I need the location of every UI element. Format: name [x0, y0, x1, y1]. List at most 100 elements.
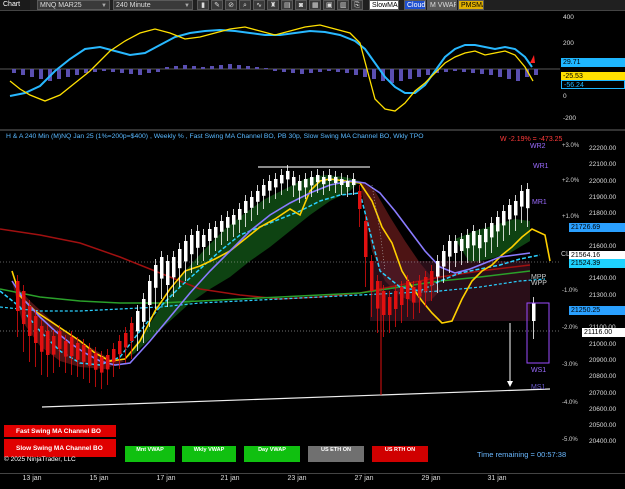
stop-icon[interactable]: ⊘: [225, 0, 237, 10]
candle-body: [400, 287, 404, 305]
candle-body: [166, 261, 170, 285]
candle-body: [148, 281, 152, 305]
histogram-bar: [534, 69, 538, 75]
histogram-bar: [165, 67, 169, 69]
weekly-performance: W -2.19% = -473.25: [500, 136, 563, 143]
histogram-bar: [444, 69, 448, 72]
candle-body: [136, 311, 140, 332]
candle-body: [46, 331, 50, 355]
indicator-tab-cloud[interactable]: Cloud: [404, 0, 426, 10]
indicator-tab-mvwap[interactable]: M VWAP: [427, 0, 457, 10]
grid-icon[interactable]: ▦: [309, 0, 321, 10]
date-label: 31 jan: [487, 475, 507, 482]
level-label-wr1: WR1: [533, 163, 549, 170]
candle-body: [220, 221, 224, 232]
instrument-label: MNQ MAR25: [40, 2, 82, 9]
histogram-bar: [516, 69, 520, 81]
date-label: 17 jan: [156, 475, 176, 482]
candle-body: [406, 281, 410, 299]
zoom-icon[interactable]: ⌕: [239, 0, 251, 10]
day-vwap-button[interactable]: Day VWAP: [243, 445, 301, 463]
chevron-down-icon: ▼: [101, 3, 107, 9]
candle-body: [22, 291, 26, 324]
instrument-selector[interactable]: MNQ MAR25 ▼: [37, 0, 110, 10]
data-box-icon[interactable]: ▣: [323, 0, 335, 10]
candle-body: [58, 331, 62, 349]
mnt-vwap-button[interactable]: Mnt VWAP: [124, 445, 176, 463]
us-rth-button[interactable]: US RTH ON: [371, 445, 429, 463]
candle-body: [334, 177, 338, 183]
candle-body: [64, 341, 68, 357]
date-label: 13 jan: [22, 475, 42, 482]
support-trendline: [41, 388, 551, 408]
candle-body: [250, 197, 254, 208]
histogram-bar: [129, 69, 133, 74]
wkly-vwap-button[interactable]: Wkly VWAP: [181, 445, 237, 463]
histogram-bar: [102, 69, 106, 71]
candle-body: [442, 251, 446, 267]
candle-body: [52, 336, 56, 355]
histogram-bar: [345, 69, 349, 73]
candle-body: [106, 355, 110, 370]
chart-tab[interactable]: Chart: [0, 0, 30, 10]
indicators-icon[interactable]: ∿: [253, 0, 265, 10]
candle-body: [244, 201, 248, 213]
candle-body: [292, 177, 296, 186]
red-signal-marker: [530, 55, 535, 63]
candle-body: [316, 175, 320, 183]
candle-body: [178, 249, 182, 269]
histogram-bar: [39, 69, 43, 79]
candle-body: [388, 297, 392, 315]
histogram-bar: [138, 69, 142, 75]
candle-body: [190, 235, 194, 255]
indicator-tab-pmsma[interactable]: PMSMA: [458, 0, 484, 10]
candle-body: [436, 261, 440, 277]
chart-toolbar: Chart MNQ MAR25 ▼ 240 Minute ▼ ▮ ✎ ⊘ ⌕ ∿…: [0, 0, 625, 11]
slow-swing-button[interactable]: Slow Swing MA Channel BO: [3, 438, 117, 458]
drawing-tools-icon[interactable]: ✎: [211, 0, 223, 10]
percent-axis-label: -3.0%: [562, 362, 578, 368]
interval-selector[interactable]: 240 Minute ▼: [113, 0, 193, 10]
fast-swing-button[interactable]: Fast Swing MA Channel BO: [3, 424, 117, 438]
candle-body: [214, 227, 218, 238]
candle-body: [370, 261, 374, 291]
time-remaining: Time remaining = 00:57:38: [477, 450, 567, 459]
candle-body: [226, 217, 230, 228]
percent-axis-label: -1.0%: [562, 288, 578, 294]
candle-body: [28, 306, 32, 336]
percent-axis-label: -4.0%: [562, 400, 578, 406]
properties-icon[interactable]: ▤: [281, 0, 293, 10]
candle-body: [130, 323, 134, 341]
percent-axis-label: +3.0%: [562, 143, 580, 149]
histogram-bar: [300, 69, 304, 74]
candle-body: [232, 215, 236, 225]
attach-icon[interactable]: ⎘: [351, 0, 363, 10]
date-label: 29 jan: [421, 475, 441, 482]
camera-icon[interactable]: ◙: [295, 0, 307, 10]
price-axis-label: 21400.00: [589, 275, 617, 283]
candle-body: [82, 345, 86, 362]
bar-type-icon[interactable]: ▮: [197, 0, 209, 10]
indicator-tab-slowma[interactable]: SlowMA: [369, 0, 399, 10]
candle-body: [76, 343, 80, 360]
candle-body: [34, 316, 38, 343]
percent-axis-label: -5.0%: [562, 437, 578, 443]
candle-body: [124, 333, 128, 348]
candle-body: [274, 179, 278, 188]
candle-body: [364, 221, 368, 257]
chart-trader-icon[interactable]: ▥: [337, 0, 349, 10]
price-axis-label: 20400.00: [589, 438, 617, 446]
strategies-icon[interactable]: ♜: [267, 0, 279, 10]
us-eth-button[interactable]: US ETH ON: [307, 445, 365, 463]
histogram-bar: [246, 66, 250, 69]
candle-body: [496, 217, 500, 232]
candle-body: [382, 291, 386, 315]
histogram-bar: [174, 66, 178, 69]
candle-body: [172, 257, 176, 278]
price-tag: 21250.25: [569, 306, 625, 315]
candle-body: [256, 191, 260, 202]
histogram-bar: [372, 69, 376, 79]
histogram-bar: [228, 64, 232, 69]
histogram-bar: [219, 65, 223, 69]
level-label-wpp: WPP: [531, 280, 547, 287]
